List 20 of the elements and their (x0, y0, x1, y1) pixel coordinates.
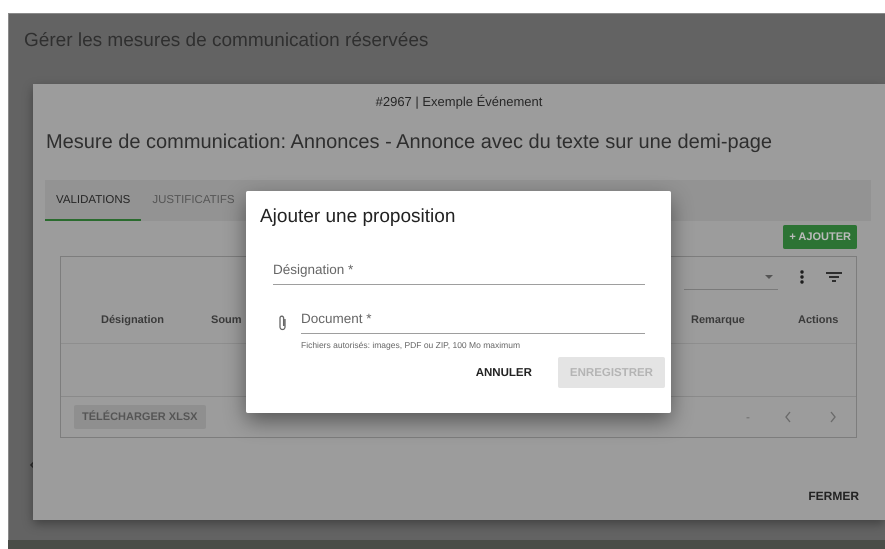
add-button[interactable]: + AJOUTER (783, 225, 857, 249)
column-header: Soum (211, 314, 242, 326)
paperclip-icon (278, 315, 288, 331)
more-vertical-icon[interactable] (800, 270, 804, 284)
field-hint: Fichiers autorisés: images, PDF ou ZIP, 100 Mo maximum (301, 340, 522, 350)
dialog-button[interactable]: ANNULER (464, 357, 544, 388)
pagination-range: - (746, 410, 750, 424)
chevron-right-icon[interactable] (829, 411, 837, 423)
column-header: Désignation (101, 314, 164, 326)
modal-title: Mesure de communication: Annonces - Annonce avec du texte sur une demi-page (45, 130, 773, 154)
column-header: Actions (798, 314, 838, 326)
column-header: Remarque (691, 314, 745, 326)
tab[interactable]: VALIDATIONS (45, 180, 142, 221)
chevron-left-icon[interactable] (784, 411, 792, 423)
tab[interactable]: JUSTIFICATIFS (141, 180, 246, 221)
event-label: #2967 | Exemple Événement (374, 93, 544, 109)
filter-icon[interactable] (826, 272, 842, 282)
close-button[interactable]: FERMER (802, 488, 865, 504)
dialog-title: Ajouter une proposition (260, 206, 456, 228)
dropdown-caret-icon (764, 274, 774, 280)
